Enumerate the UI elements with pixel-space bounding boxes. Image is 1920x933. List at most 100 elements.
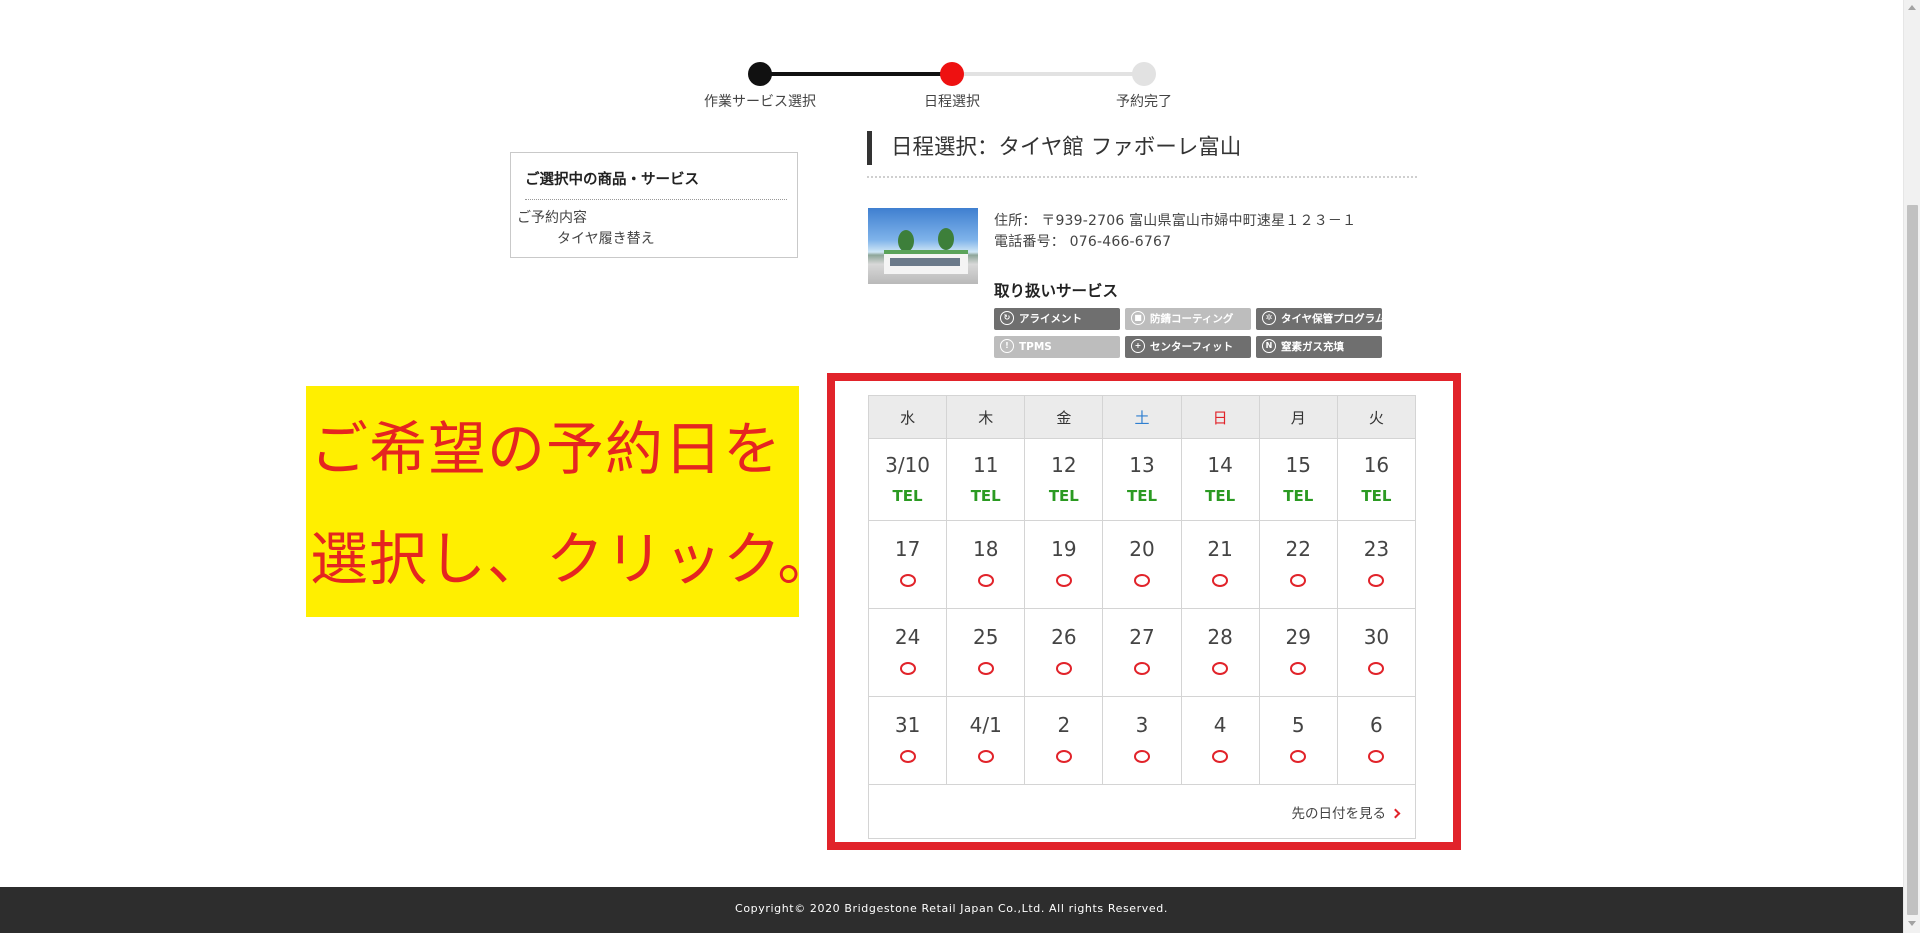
available-circle-icon bbox=[899, 573, 916, 587]
available-circle-icon bbox=[1290, 749, 1307, 763]
calendar-week-row: 24 25 26 27 28 29 30 bbox=[867, 608, 1417, 697]
weekday-header-sunday: 日 bbox=[1180, 395, 1260, 439]
available-circle-icon bbox=[977, 661, 994, 675]
step-label-schedule: 日程選択 bbox=[924, 94, 980, 110]
calendar-day-cell[interactable]: 26 bbox=[1024, 608, 1104, 697]
calendar-day-number: 11 bbox=[972, 452, 999, 477]
scroll-up-icon[interactable] bbox=[1908, 5, 1916, 10]
calendar-day-number: 6 bbox=[1370, 712, 1383, 737]
calendar-day-cell[interactable]: 16 TEL bbox=[1336, 438, 1417, 521]
calendar-day-cell[interactable]: 19 bbox=[1024, 520, 1104, 609]
calendar-day-cell[interactable]: 2 bbox=[1024, 696, 1104, 785]
service-badge-label: タイヤ保管プログラム bbox=[1281, 313, 1386, 325]
reservation-value: タイヤ履き替え bbox=[557, 231, 655, 247]
calendar-day-number: 2 bbox=[1057, 712, 1071, 737]
selection-divider bbox=[525, 199, 787, 200]
calendar-day-cell[interactable]: 3/10 TEL bbox=[867, 438, 948, 521]
calendar-day-cell[interactable]: 18 bbox=[946, 520, 1026, 609]
available-circle-icon bbox=[1133, 749, 1150, 763]
instruction-line-1: ご希望の予約日を bbox=[310, 415, 783, 483]
available-circle-icon bbox=[1290, 661, 1307, 675]
available-circle-icon bbox=[1368, 661, 1385, 675]
chevron-right-icon[interactable] bbox=[1390, 808, 1401, 818]
available-circle-icon bbox=[1212, 661, 1229, 675]
calendar-day-cell[interactable]: 11 TEL bbox=[946, 438, 1026, 521]
weekday-header-saturday: 土 bbox=[1102, 395, 1182, 439]
calendar-day-cell[interactable]: 29 bbox=[1258, 608, 1338, 697]
service-badge-coating: ■ 防錆コーティング bbox=[1125, 308, 1251, 330]
weekday-header: 木 bbox=[946, 395, 1026, 439]
calendar-day-cell[interactable]: 14 TEL bbox=[1180, 438, 1260, 521]
calendar-day-cell[interactable]: 17 bbox=[867, 520, 948, 609]
step-line-remaining bbox=[952, 72, 1144, 76]
scroll-down-icon[interactable] bbox=[1908, 921, 1916, 926]
calendar-day-cell[interactable]: 3 bbox=[1102, 696, 1182, 785]
calendar-day-number: 17 bbox=[894, 536, 921, 561]
calendar-day-cell[interactable]: 25 bbox=[946, 608, 1026, 697]
instruction-note: ご希望の予約日を 選択し、クリック。 bbox=[306, 386, 835, 617]
calendar-day-number: 23 bbox=[1363, 536, 1390, 561]
service-badge-alignment: ↻ アライメント bbox=[994, 308, 1120, 330]
selection-title: ご選択中の商品・サービス bbox=[525, 172, 699, 188]
calendar-day-cell[interactable]: 4 bbox=[1180, 696, 1260, 785]
calendar-day-number: 5 bbox=[1291, 712, 1305, 737]
tel-only-label: TEL bbox=[1048, 486, 1079, 505]
calendar-day-cell[interactable]: 12 TEL bbox=[1024, 438, 1104, 521]
shop-photo bbox=[868, 208, 978, 284]
tel-only-label: TEL bbox=[1205, 486, 1236, 505]
calendar-day-cell[interactable]: 22 bbox=[1258, 520, 1338, 609]
services-title: 取り扱いサービス bbox=[994, 282, 1119, 300]
tel-only-label: TEL bbox=[970, 486, 1001, 505]
weekday-header: 金 bbox=[1024, 395, 1104, 439]
calendar-day-cell[interactable]: 21 bbox=[1180, 520, 1260, 609]
calendar-footer: 先の日付を見る bbox=[868, 784, 1416, 839]
weekday-header: 月 bbox=[1258, 395, 1338, 439]
calendar-day-number: 22 bbox=[1285, 536, 1311, 561]
calendar-day-cell[interactable]: 24 bbox=[867, 608, 948, 697]
available-circle-icon bbox=[899, 749, 916, 763]
calendar-day-number: 14 bbox=[1207, 452, 1233, 477]
center-fit-icon: + bbox=[1131, 339, 1145, 353]
calendar-day-cell[interactable]: 28 bbox=[1180, 608, 1260, 697]
vertical-scrollbar[interactable] bbox=[1903, 0, 1920, 933]
calendar-day-cell[interactable]: 30 bbox=[1336, 608, 1417, 697]
calendar-day-number: 21 bbox=[1207, 536, 1233, 561]
tel-only-label: TEL bbox=[892, 486, 923, 505]
service-badge-center-fit: + センターフィット bbox=[1125, 336, 1251, 358]
calendar-day-number: 25 bbox=[972, 624, 999, 649]
calendar-day-cell[interactable]: 4/1 bbox=[946, 696, 1026, 785]
calendar-day-number: 24 bbox=[894, 624, 921, 649]
nitrogen-icon: N bbox=[1262, 339, 1276, 353]
available-circle-icon bbox=[1133, 661, 1150, 675]
available-circle-icon bbox=[1290, 573, 1307, 587]
calendar-day-cell[interactable]: 20 bbox=[1102, 520, 1182, 609]
available-circle-icon bbox=[1133, 573, 1150, 587]
calendar-day-cell[interactable]: 15 TEL bbox=[1258, 438, 1338, 521]
available-circle-icon bbox=[977, 749, 994, 763]
coating-icon: ■ bbox=[1131, 311, 1145, 325]
next-dates-link[interactable]: 先の日付を見る bbox=[1292, 806, 1387, 822]
scrollbar-thumb[interactable] bbox=[1907, 205, 1918, 915]
available-circle-icon bbox=[1212, 573, 1229, 587]
calendar-day-cell[interactable]: 27 bbox=[1102, 608, 1182, 697]
available-circle-icon bbox=[1055, 573, 1072, 587]
calendar-day-cell[interactable]: 13 TEL bbox=[1102, 438, 1182, 521]
step-label-service: 作業サービス選択 bbox=[704, 94, 816, 110]
calendar-day-number: 28 bbox=[1207, 624, 1233, 649]
calendar-day-number: 13 bbox=[1129, 452, 1155, 477]
shop-address: 住所： 〒939-2706 富山県富山市婦中町速星１２３－１ bbox=[994, 213, 1357, 229]
calendar-day-cell[interactable]: 6 bbox=[1336, 696, 1417, 785]
calendar-day-number: 29 bbox=[1285, 624, 1311, 649]
calendar-day-number: 26 bbox=[1051, 624, 1077, 649]
service-badge-tpms: ! TPMS bbox=[994, 336, 1120, 358]
page-title: 日程選択：タイヤ館 ファボーレ富山 bbox=[867, 131, 1241, 165]
alignment-icon: ↻ bbox=[1000, 311, 1014, 325]
calendar-day-number: 4/1 bbox=[969, 712, 1002, 737]
calendar-day-cell[interactable]: 31 bbox=[867, 696, 948, 785]
weekday-header-row: 水 木 金 土 日 月 火 bbox=[867, 395, 1417, 439]
progress-stepper: 作業サービス選択 日程選択 予約完了 bbox=[700, 60, 1220, 120]
calendar-day-number: 31 bbox=[894, 712, 921, 737]
calendar-day-cell[interactable]: 5 bbox=[1258, 696, 1338, 785]
calendar-day-number: 4 bbox=[1213, 712, 1227, 737]
calendar-day-cell[interactable]: 23 bbox=[1336, 520, 1417, 609]
